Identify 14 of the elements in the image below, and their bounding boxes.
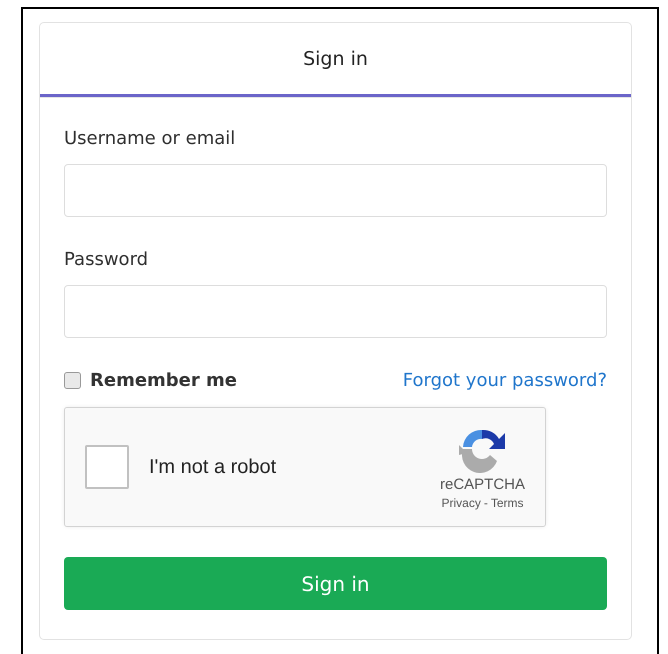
captcha-label: I'm not a robot xyxy=(149,456,278,478)
privacy-link[interactable]: Privacy xyxy=(441,496,481,510)
input-field[interactable] xyxy=(64,285,607,338)
separator-text: - xyxy=(484,496,488,510)
captcha-brand: reCAPTCHA xyxy=(440,476,525,492)
checkbox[interactable] xyxy=(64,372,81,389)
forgot-password-link[interactable]: Forgot your password? xyxy=(402,370,607,391)
field-label: Password xyxy=(64,249,150,270)
captcha-checkbox[interactable] xyxy=(85,445,129,489)
field-label: Username or email xyxy=(64,128,236,149)
tab[interactable]: Sign in xyxy=(40,23,631,97)
terms-link[interactable]: Terms xyxy=(490,496,524,510)
input-field[interactable] xyxy=(64,164,607,217)
checkbox-label: Remember me xyxy=(90,370,237,391)
